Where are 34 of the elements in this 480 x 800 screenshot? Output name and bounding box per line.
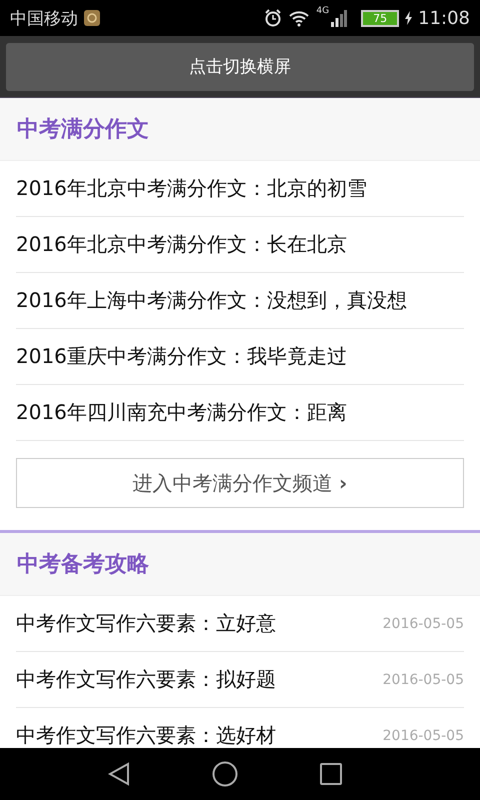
channel-link-button[interactable]: 进入中考满分作文频道 › (16, 458, 464, 508)
article-row[interactable]: 2016年北京中考满分作文：北京的初雪 (16, 161, 464, 217)
article-date: 2016-05-05 (382, 672, 464, 688)
rotate-screen-button[interactable]: 点击切换横屏 (6, 42, 474, 90)
recent-apps-icon[interactable] (320, 763, 342, 785)
article-title[interactable]: 中考作文写作六要素：立好意 (16, 610, 276, 637)
article-date: 2016-05-05 (382, 728, 464, 744)
battery-indicator: 75 (361, 10, 400, 26)
wifi-icon (288, 9, 310, 27)
article-title[interactable]: 2016年北京中考满分作文：北京的初雪 (16, 175, 367, 202)
carrier-name: 中国移动 (10, 8, 78, 30)
article-row[interactable]: 2016年四川南充中考满分作文：距离 (16, 385, 464, 441)
article-title[interactable]: 2016年四川南充中考满分作文：距离 (16, 399, 347, 426)
signal-icon (331, 9, 348, 27)
article-title[interactable]: 中考作文写作六要素：选好材 (16, 722, 276, 748)
article-title[interactable]: 中考作文写作六要素：拟好题 (16, 666, 276, 693)
back-icon[interactable] (108, 762, 130, 786)
article-row[interactable]: 2016年北京中考满分作文：长在北京 (16, 217, 464, 273)
article-title[interactable]: 2016重庆中考满分作文：我毕竟走过 (16, 343, 347, 370)
article-title[interactable]: 2016年北京中考满分作文：长在北京 (16, 231, 347, 258)
article-row[interactable]: 2016年上海中考满分作文：没想到，真没想 (16, 273, 464, 329)
alarm-icon (264, 9, 282, 27)
section-header: 中考备考攻略 (0, 533, 480, 596)
clock: 11:08 (418, 8, 470, 28)
app-notification-icon (84, 10, 100, 26)
article-title[interactable]: 2016年上海中考满分作文：没想到，真没想 (16, 287, 407, 314)
article-row[interactable]: 2016重庆中考满分作文：我毕竟走过 (16, 329, 464, 385)
article-row[interactable]: 中考作文写作六要素：拟好题 2016-05-05 (16, 652, 464, 708)
article-date: 2016-05-05 (382, 616, 464, 632)
section-header: 中考满分作文 (0, 98, 480, 161)
charging-icon (405, 11, 412, 25)
network-type: 4G (316, 6, 330, 16)
home-icon[interactable] (212, 761, 238, 787)
article-row[interactable]: 中考作文写作六要素：立好意 2016-05-05 (16, 596, 464, 652)
